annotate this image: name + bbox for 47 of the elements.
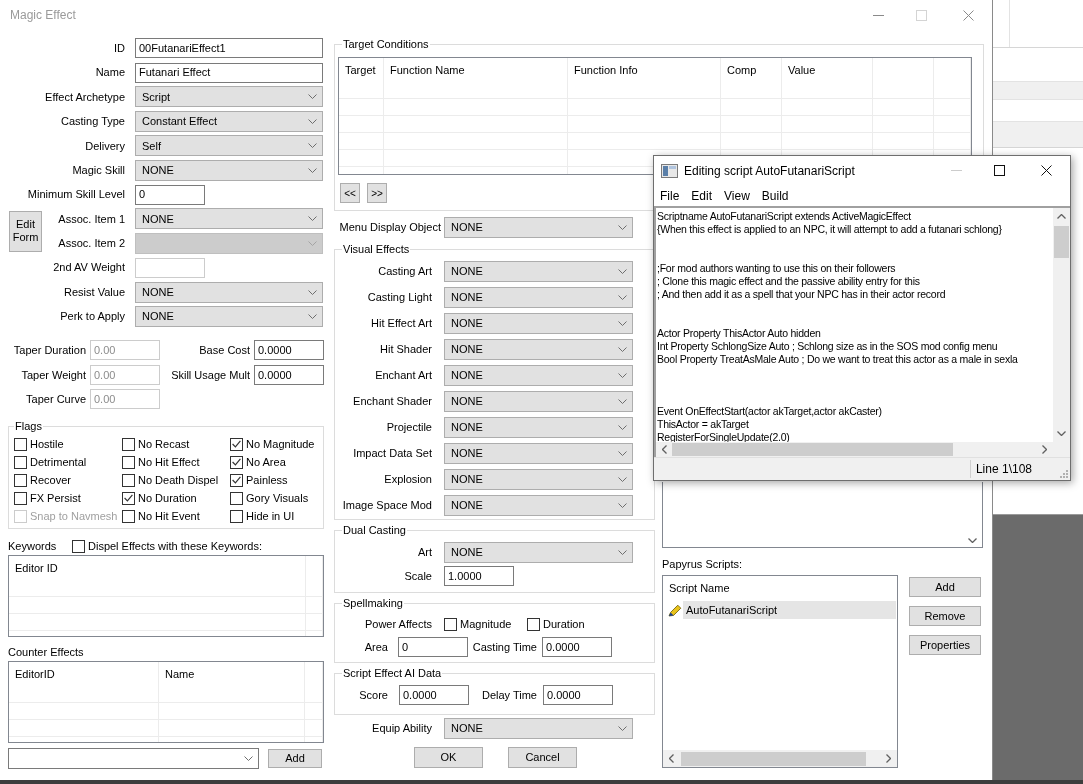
section-label: Keywords — [8, 538, 58, 554]
field-label: Casting Light — [366, 289, 432, 305]
field-label: Menu Display Object — [338, 220, 441, 236]
field-label: Impact Data Set — [352, 445, 432, 461]
field-label: Enchant Shader — [352, 393, 432, 409]
field-label: ID — [113, 40, 125, 56]
section-label: Papyrus Scripts: — [662, 556, 743, 572]
status-text: Line 1\108 — [975, 461, 1032, 478]
field-label: 2nd AV Weight — [52, 260, 125, 276]
field-label: Projectile — [385, 419, 432, 435]
field-label: Perk to Apply — [59, 309, 125, 325]
field-label: Enchant Art — [374, 367, 432, 383]
field-label: Assoc. Item 1 — [57, 211, 125, 227]
group-title: Target Conditions — [342, 38, 430, 51]
field-label: Hit Effect Art — [370, 315, 432, 331]
group-title: Visual Effects — [342, 243, 411, 256]
field-label: Taper Duration — [12, 343, 86, 359]
field-label: Casting Time — [471, 639, 537, 655]
field-label: Skill Usage Mult — [170, 367, 250, 383]
field-label: Area — [363, 639, 388, 655]
section-label: Counter Effects — [8, 644, 84, 660]
field-label: Power Affects — [363, 616, 432, 632]
field-label: Casting Art — [377, 263, 432, 279]
field-label: Taper Weight — [20, 367, 86, 383]
field-label: Delivery — [84, 138, 125, 154]
window-title: Magic Effect — [10, 7, 76, 24]
group-title: Flags — [14, 420, 43, 434]
field-label: Minimum Skill Level — [26, 187, 125, 203]
field-label: Base Cost — [198, 343, 250, 359]
field-label: Casting Type — [60, 114, 125, 130]
field-label: Equip Ability — [371, 721, 432, 737]
group-title: Spellmaking — [342, 597, 404, 610]
field-label: Name — [94, 65, 125, 81]
group-title: Script Effect AI Data — [342, 667, 443, 680]
field-label: Image Space Mod — [341, 497, 432, 513]
group-title: Dual Casting — [342, 524, 407, 537]
field-label: Resist Value — [63, 284, 125, 300]
field-label: Hit Shader — [379, 341, 432, 357]
field-label: Effect Archetype — [44, 89, 125, 105]
field-label: Magic Skill — [71, 162, 125, 178]
field-label: Assoc. Item 2 — [57, 236, 125, 252]
field-label: Explosion — [383, 471, 432, 487]
field-label: Scale — [403, 568, 432, 584]
field-label: Taper Curve — [25, 392, 86, 408]
field-label: Delay Time — [480, 687, 537, 703]
field-label: Art — [416, 544, 432, 560]
field-label: Score — [358, 687, 388, 703]
